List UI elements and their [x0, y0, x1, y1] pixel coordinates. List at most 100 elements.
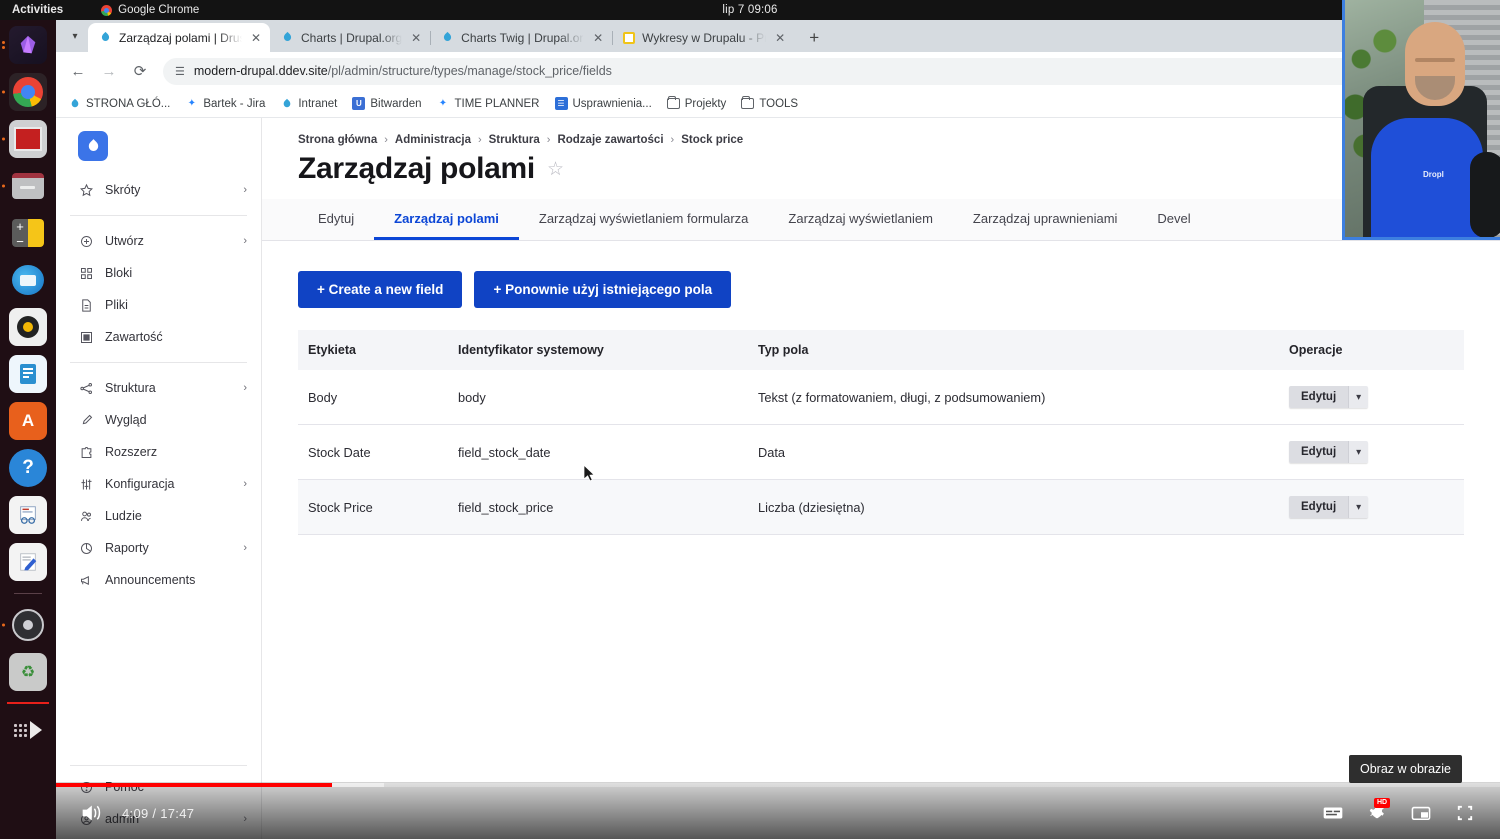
bookmark-label: TOOLS: [759, 97, 799, 110]
breadcrumb-item-administracja[interactable]: Administracja: [395, 134, 471, 146]
show-applications-button[interactable]: [9, 713, 47, 747]
close-icon[interactable]: ✕: [409, 31, 423, 45]
star-outline-icon[interactable]: ☆: [547, 158, 564, 181]
bookmark-time-planner[interactable]: ✦ TIME PLANNER: [437, 97, 540, 110]
volume-icon[interactable]: [72, 794, 110, 832]
sidebar-item-utworz[interactable]: Utwórz ›: [56, 225, 261, 257]
browser-tab-1[interactable]: Zarządzaj polami | Drush ✕: [88, 23, 270, 52]
tab-zarzadzaj-uprawnieniami[interactable]: Zarządzaj uprawnieniami: [953, 199, 1138, 240]
dock-item-calculator[interactable]: + −: [9, 214, 47, 252]
chevron-down-icon[interactable]: ▾: [1348, 441, 1369, 463]
tab-search-button[interactable]: ▾: [62, 23, 88, 49]
sidebar-item-announcements[interactable]: Announcements: [56, 564, 261, 596]
chevron-right-icon[interactable]: ›: [243, 382, 247, 394]
clock[interactable]: lip 7 09:06: [0, 4, 1500, 16]
browser-tab-4[interactable]: Wykresy w Drupalu - Pre ✕: [612, 23, 794, 52]
edit-dropdown-button[interactable]: Edytuj ▾: [1289, 386, 1369, 408]
dock-item-trash[interactable]: ♻: [9, 653, 47, 691]
reload-icon[interactable]: ⟳: [126, 57, 154, 85]
browser-tab-2[interactable]: Charts | Drupal.org ✕: [270, 23, 432, 52]
breadcrumb-item-stock-price[interactable]: Stock price: [681, 134, 743, 146]
dock-item-amethyst-app[interactable]: [2, 26, 47, 64]
chevron-down-icon[interactable]: ▾: [1348, 496, 1369, 518]
drupal-logo-icon[interactable]: [78, 131, 108, 161]
bookmark-strona-glowna[interactable]: STRONA GŁÓ...: [68, 97, 170, 110]
tab-zarzadzaj-wyswietlaniem[interactable]: Zarządzaj wyświetlaniem: [768, 199, 953, 240]
tab-devel[interactable]: Devel: [1137, 199, 1210, 240]
new-tab-button[interactable]: +: [803, 28, 825, 48]
confluence-icon: ☰: [554, 97, 568, 110]
file-icon: [78, 297, 94, 313]
person-torso: [1371, 118, 1483, 237]
dock-item-text-editor[interactable]: [9, 543, 47, 581]
edit-button-label[interactable]: Edytuj: [1289, 386, 1349, 408]
subtitles-icon[interactable]: [1314, 794, 1352, 832]
breadcrumb-separator: ›: [670, 134, 675, 146]
chevron-right-icon[interactable]: ›: [243, 542, 247, 554]
close-icon[interactable]: ✕: [773, 31, 787, 45]
reuse-existing-field-button[interactable]: + Ponownie użyj istniejącego pola: [474, 271, 732, 308]
sidebar-item-bloki[interactable]: Bloki: [56, 257, 261, 289]
video-progress-bar[interactable]: [56, 783, 1500, 787]
dock-item-files[interactable]: [2, 167, 47, 205]
sidebar-item-skroty[interactable]: Skróty ›: [56, 174, 261, 206]
create-new-field-button[interactable]: + Create a new field: [298, 271, 463, 308]
bookmark-usprawnienia[interactable]: ☰ Usprawnienia...: [554, 97, 652, 110]
address-bar[interactable]: ☰ modern-drupal.ddev.site/pl/admin/struc…: [163, 57, 1365, 85]
dock-item-ubuntu-software[interactable]: A: [9, 402, 47, 440]
back-icon[interactable]: ←: [64, 57, 92, 85]
forward-icon[interactable]: →: [95, 57, 123, 85]
bookmark-bitwarden[interactable]: U Bitwarden: [352, 97, 422, 110]
tab-edytuj[interactable]: Edytuj: [298, 199, 374, 240]
bookmark-folder-tools[interactable]: TOOLS: [741, 95, 799, 110]
bookmark-intranet[interactable]: Intranet: [280, 97, 337, 110]
sidebar-item-zawartosc[interactable]: Zawartość: [56, 321, 261, 353]
chevron-right-icon[interactable]: ›: [243, 235, 247, 247]
sidebar-item-pliki[interactable]: Pliki: [56, 289, 261, 321]
edit-button-label[interactable]: Edytuj: [1289, 496, 1349, 518]
sidebar-item-label: Wygląd: [105, 413, 147, 427]
tab-zarzadzaj-wyswietlaniem-formularza[interactable]: Zarządzaj wyświetlaniem formularza: [519, 199, 769, 240]
chevron-down-icon[interactable]: ▾: [1348, 386, 1369, 408]
sidebar-item-struktura[interactable]: Struktura ›: [56, 372, 261, 404]
video-tooltip: Obraz w obrazie: [1348, 755, 1462, 783]
dock-divider: [14, 593, 42, 594]
miniplayer-icon[interactable]: [1402, 794, 1440, 832]
sidebar-item-rozszerz[interactable]: Rozszerz: [56, 436, 261, 468]
sidebar-item-wyglad[interactable]: Wygląd: [56, 404, 261, 436]
bookmark-bartek-jira[interactable]: ✦ Bartek - Jira: [185, 97, 266, 110]
dock-item-rhythmbox[interactable]: [9, 308, 47, 346]
sidebar-item-ludzie[interactable]: Ludzie: [56, 500, 261, 532]
browser-tab-3[interactable]: Charts Twig | Drupal.org ✕: [430, 23, 614, 52]
dock-item-remote-desktop[interactable]: [2, 120, 47, 158]
edit-dropdown-button[interactable]: Edytuj ▾: [1289, 496, 1369, 518]
chevron-right-icon[interactable]: ›: [243, 478, 247, 490]
edit-dropdown-button[interactable]: Edytuj ▾: [1289, 441, 1369, 463]
sidebar-item-label: Skróty: [105, 183, 141, 197]
close-icon[interactable]: ✕: [249, 31, 263, 45]
settings-gear-icon[interactable]: HD: [1358, 794, 1396, 832]
tab-zarzadzaj-polami[interactable]: Zarządzaj polami: [374, 199, 519, 240]
edit-button-label[interactable]: Edytuj: [1289, 441, 1349, 463]
bookmark-folder-projekty[interactable]: Projekty: [666, 95, 726, 110]
sidebar-item-konfiguracja[interactable]: Konfiguracja ›: [56, 468, 261, 500]
dock-item-document-viewer[interactable]: [9, 496, 47, 534]
chevron-right-icon[interactable]: ›: [243, 184, 247, 196]
sidebar-logo-wrap[interactable]: [56, 118, 261, 170]
fullscreen-icon[interactable]: [1446, 794, 1484, 832]
ubuntu-dock[interactable]: + − A ? ♻: [0, 20, 56, 839]
bookmarks-bar: STRONA GŁÓ... ✦ Bartek - Jira Intranet U…: [56, 90, 1500, 118]
dock-item-help[interactable]: ?: [9, 449, 47, 487]
dock-item-libreoffice-writer[interactable]: [9, 355, 47, 393]
sidebar-item-raporty[interactable]: Raporty ›: [56, 532, 261, 564]
dock-item-obs-studio[interactable]: [2, 606, 47, 644]
dock-item-google-chrome[interactable]: [2, 73, 47, 111]
close-icon[interactable]: ✕: [591, 31, 605, 45]
bookmark-label: Intranet: [298, 97, 338, 110]
dock-item-thunderbird[interactable]: [9, 261, 47, 299]
breadcrumb-item-rodzaje-zawartosci[interactable]: Rodzaje zawartości: [557, 134, 663, 146]
fields-table: Etykieta Identyfikator systemowy Typ pol…: [298, 330, 1464, 535]
site-settings-icon[interactable]: ☰: [175, 65, 185, 78]
breadcrumb-item-home[interactable]: Strona główna: [298, 134, 377, 146]
breadcrumb-item-struktura[interactable]: Struktura: [489, 134, 540, 146]
